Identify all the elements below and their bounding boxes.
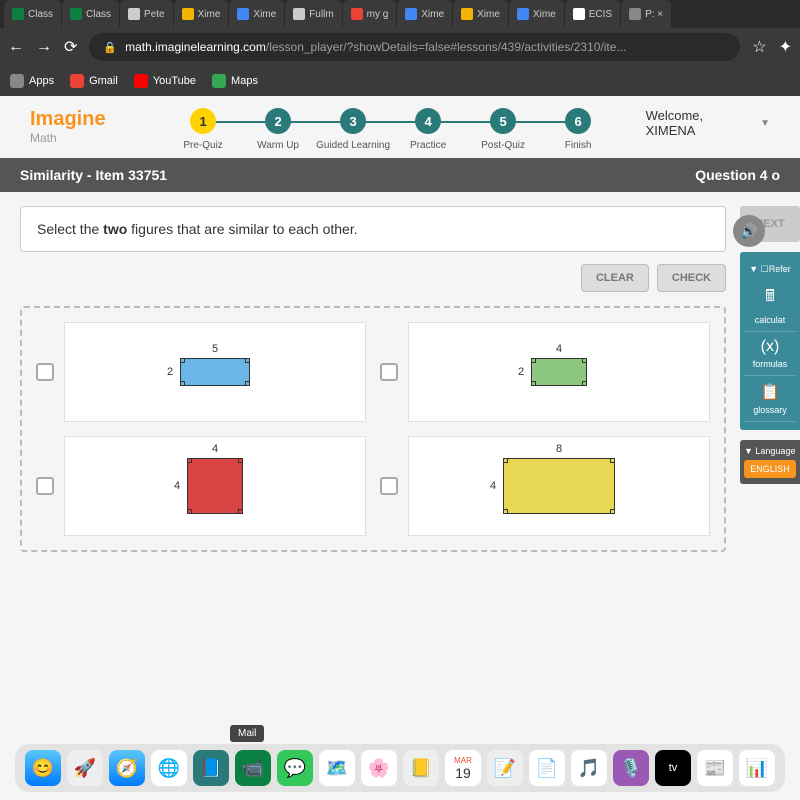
app-logo: Imagine Math	[30, 108, 106, 145]
item-title-bar: Similarity - Item 33751 Question 4 o	[0, 158, 800, 192]
macos-dock: 😊 🚀 🧭 🌐 📘 📹 💬 🗺️ 🌸 📒 MAR19 📝 📄 🎵 🎙️ tv 📰…	[15, 744, 785, 792]
chrome-icon[interactable]: 🌐	[151, 750, 187, 786]
clear-button[interactable]: CLEAR	[581, 264, 649, 292]
url-field[interactable]: 🔒 math.imaginelearning.com/lesson_player…	[89, 33, 740, 61]
question-counter: Question 4 o	[695, 167, 780, 183]
answer-option-4[interactable]: 84	[380, 436, 710, 536]
step-finish[interactable]: 6Finish	[541, 108, 616, 152]
welcome-user[interactable]: Welcome, XIMENA▼	[646, 108, 770, 138]
finder-icon[interactable]: 😊	[25, 750, 61, 786]
address-bar: ← → ⟳ 🔒 math.imaginelearning.com/lesson_…	[0, 28, 800, 66]
safari-icon[interactable]: 🧭	[109, 750, 145, 786]
browser-tab[interactable]: Xime	[509, 0, 564, 28]
answer-area: 52 42 44 84	[20, 306, 726, 552]
page-content: Imagine Math 1Pre-Quiz 2Warm Up 3Guided …	[0, 96, 800, 800]
answer-option-3[interactable]: 44	[36, 436, 366, 536]
glossary-tool[interactable]: 📋glossary	[744, 376, 796, 422]
speaker-icon: 🔊	[740, 223, 757, 240]
step-post-quiz[interactable]: 5Post-Quiz	[466, 108, 541, 152]
youtube-bookmark[interactable]: YouTube	[134, 74, 196, 88]
reload-button[interactable]: ⟳	[64, 37, 77, 57]
contacts-icon[interactable]: 📒	[403, 750, 439, 786]
lock-icon: 🔒	[103, 41, 117, 54]
check-button[interactable]: CHECK	[657, 264, 726, 292]
app-header: Imagine Math 1Pre-Quiz 2Warm Up 3Guided …	[0, 96, 800, 158]
calculator-icon: 🖩	[746, 285, 794, 312]
numbers-icon[interactable]: 📊	[739, 750, 775, 786]
checkbox[interactable]	[380, 477, 398, 495]
answer-option-1[interactable]: 52	[36, 322, 366, 422]
notes-icon[interactable]: 📄	[529, 750, 565, 786]
news-icon[interactable]: 📰	[697, 750, 733, 786]
dock-tooltip: Mail	[230, 725, 264, 742]
extensions-icon[interactable]: ✦	[779, 37, 792, 57]
reminders-icon[interactable]: 📝	[487, 750, 523, 786]
back-button[interactable]: ←	[8, 38, 24, 56]
browser-tab[interactable]: Xime	[229, 0, 284, 28]
step-pre-quiz[interactable]: 1Pre-Quiz	[166, 108, 241, 152]
calculator-tool[interactable]: 🖩calculat	[744, 279, 796, 332]
answer-option-2[interactable]: 42	[380, 322, 710, 422]
figure-blue-rect: 52	[64, 322, 366, 422]
browser-tab[interactable]: Xime	[174, 0, 229, 28]
launchpad-icon[interactable]: 🚀	[67, 750, 103, 786]
tools-panel: ▼ ☐Refer 🖩calculat (x)formulas 📋glossary	[740, 252, 800, 430]
language-panel: ▼ Language ENGLISH	[740, 440, 800, 484]
maps-icon[interactable]: 🗺️	[319, 750, 355, 786]
forward-button[interactable]: →	[36, 38, 52, 56]
checkbox[interactable]	[380, 363, 398, 381]
figure-red-square: 44	[64, 436, 366, 536]
bookmarks-bar: Apps Gmail YouTube Maps	[0, 66, 800, 96]
english-button[interactable]: ENGLISH	[744, 460, 796, 478]
clipboard-icon: 📋	[746, 382, 794, 402]
photos-icon[interactable]: 🌸	[361, 750, 397, 786]
messages-icon[interactable]: 💬	[277, 750, 313, 786]
browser-tab[interactable]: ECIS	[565, 0, 620, 28]
bookmark-star-icon[interactable]: ☆	[752, 37, 766, 57]
browser-tab[interactable]: P: ×	[621, 0, 671, 28]
question-prompt: Select the two figures that are similar …	[20, 206, 726, 252]
appletv-icon[interactable]: tv	[655, 750, 691, 786]
progress-steps: 1Pre-Quiz 2Warm Up 3Guided Learning 4Pra…	[166, 108, 616, 152]
audio-button[interactable]: 🔊	[733, 215, 765, 247]
item-title: Similarity - Item 33751	[20, 167, 167, 183]
music-icon[interactable]: 🎵	[571, 750, 607, 786]
calendar-icon[interactable]: MAR19	[445, 750, 481, 786]
browser-tab[interactable]: Xime	[397, 0, 452, 28]
browser-tab[interactable]: my g	[343, 0, 397, 28]
checkbox[interactable]	[36, 477, 54, 495]
gmail-bookmark[interactable]: Gmail	[70, 74, 118, 88]
language-header[interactable]: ▼ Language	[744, 446, 796, 456]
step-practice[interactable]: 4Practice	[391, 108, 466, 152]
checkbox[interactable]	[36, 363, 54, 381]
facetime-icon[interactable]: 📹	[235, 750, 271, 786]
figure-yellow-rect: 84	[408, 436, 710, 536]
browser-tabs: Class Class Pete Xime Xime Fullm my g Xi…	[0, 0, 800, 28]
formulas-tool[interactable]: (x)formulas	[744, 332, 796, 376]
app-icon[interactable]: 📘	[193, 750, 229, 786]
step-guided-learning[interactable]: 3Guided Learning	[316, 108, 391, 152]
browser-tab[interactable]: Xime	[453, 0, 508, 28]
browser-tab[interactable]: Fullm	[285, 0, 341, 28]
browser-tab[interactable]: Class	[62, 0, 119, 28]
browser-tab[interactable]: Class	[4, 0, 61, 28]
browser-tab[interactable]: Pete	[120, 0, 173, 28]
podcasts-icon[interactable]: 🎙️	[613, 750, 649, 786]
maps-bookmark[interactable]: Maps	[212, 74, 258, 88]
figure-green-rect: 42	[408, 322, 710, 422]
tools-header[interactable]: ▼ ☐Refer	[744, 260, 796, 279]
formula-icon: (x)	[746, 338, 794, 356]
chevron-down-icon: ▼	[760, 118, 770, 129]
apps-bookmark[interactable]: Apps	[10, 74, 54, 88]
step-warm-up[interactable]: 2Warm Up	[241, 108, 316, 152]
